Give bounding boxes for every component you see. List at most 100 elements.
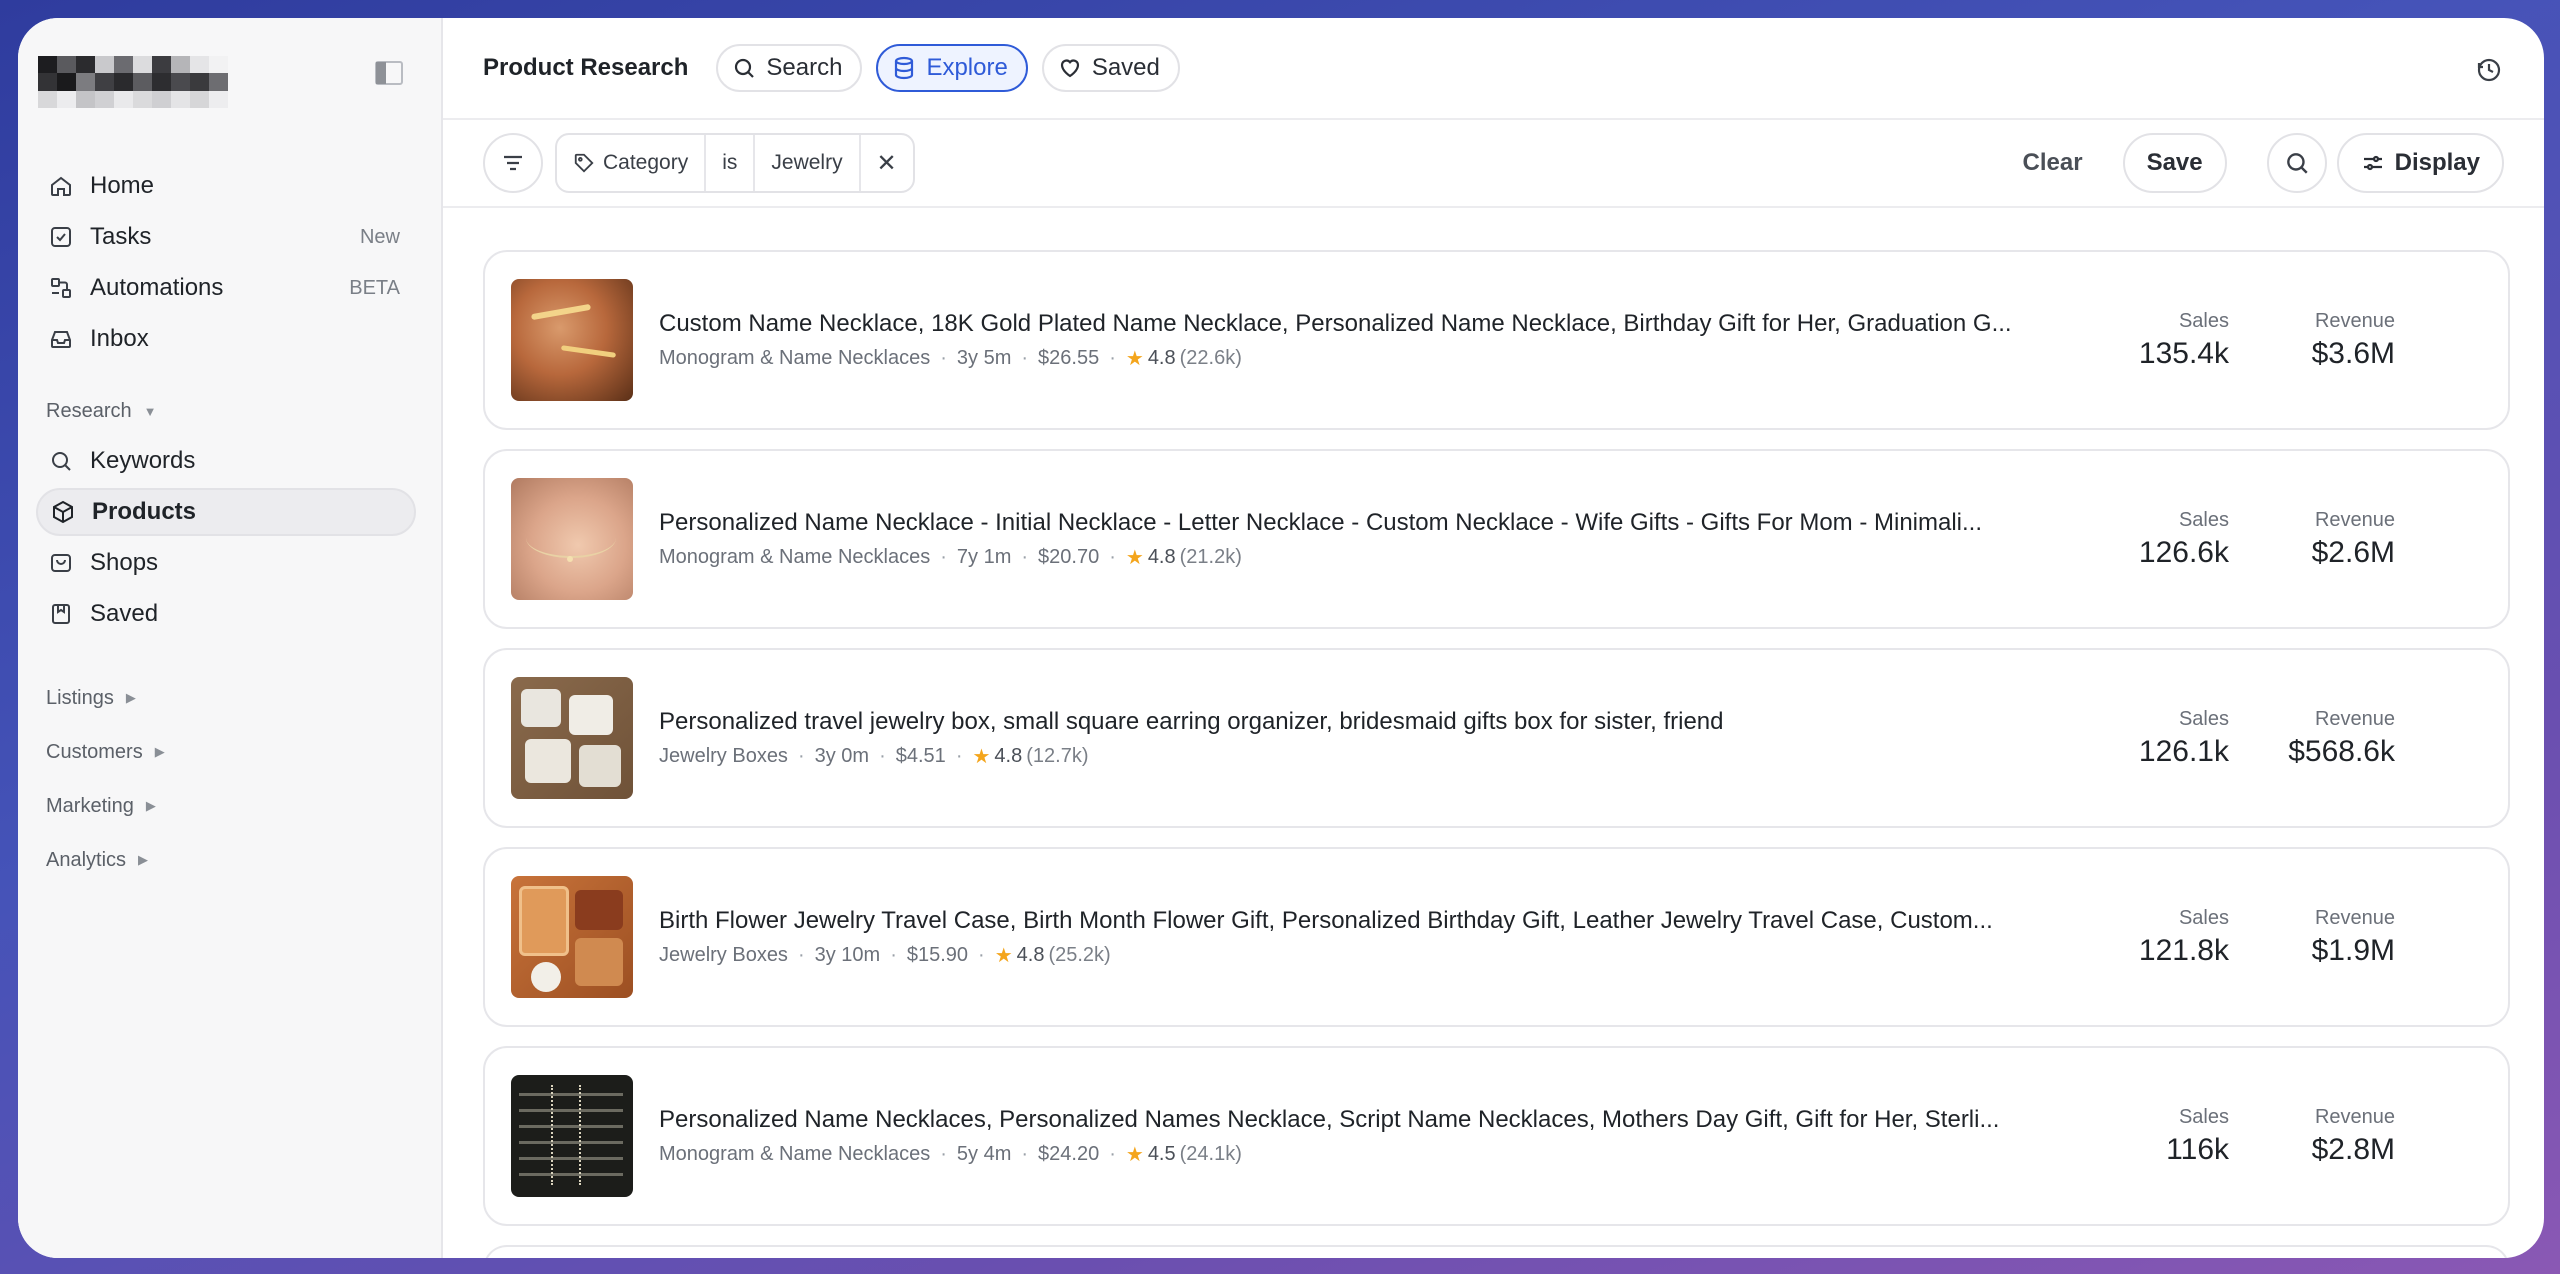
sidebar-item-home[interactable]: Home <box>36 162 416 210</box>
separator: · <box>1021 1142 1029 1165</box>
product-reviews: (12.7k) <box>1026 744 1089 767</box>
product-thumbnail <box>511 478 633 600</box>
product-card[interactable]: Personalized Name Necklace - Initial Nec… <box>483 449 2510 629</box>
sales-value: 116k <box>2166 1132 2229 1166</box>
search-icon <box>735 58 755 78</box>
sidebar-item-saved[interactable]: Saved <box>36 590 416 638</box>
tag-icon <box>574 153 594 173</box>
star-icon: ★ <box>972 745 991 768</box>
product-info: Birth Flower Jewelry Travel Case, Birth … <box>659 907 2069 968</box>
product-card[interactable]: Birth Flower Jewelry Travel Case, Birth … <box>483 847 2510 1027</box>
search-button[interactable] <box>2266 133 2327 193</box>
product-info: Personalized Name Necklace - Initial Nec… <box>659 509 2069 570</box>
sidebar-item-label: Tasks <box>90 223 152 250</box>
product-card[interactable]: Custom Name Necklace, 18K Gold Plated Na… <box>483 250 2510 430</box>
product-card-partial[interactable] <box>483 1245 2510 1258</box>
star-icon: ★ <box>1125 347 1144 370</box>
search-icon <box>2286 153 2308 174</box>
tab-label: Saved <box>1091 54 1160 81</box>
section-marketing[interactable]: Marketing ▶ <box>36 786 175 826</box>
product-meta: Monogram & Name Necklaces · 7y 1m · $20.… <box>659 545 2069 570</box>
sales-value: 121.8k <box>2138 933 2229 967</box>
revenue-value: $1.9M <box>2311 933 2395 967</box>
sales-value: 126.1k <box>2138 734 2229 768</box>
product-thumbnail <box>511 279 633 401</box>
product-title[interactable]: Custom Name Necklace, 18K Gold Plated Na… <box>659 310 2069 338</box>
product-reviews: (22.6k) <box>1179 346 1242 369</box>
filter-field[interactable]: Category <box>557 135 707 191</box>
sales-label: Sales <box>2178 906 2229 929</box>
filter-bar: Category is Jewelry ✕ Clear Save Display <box>443 120 2544 208</box>
clear-button[interactable]: Clear <box>2023 149 2083 177</box>
beta-badge: BETA <box>349 276 400 299</box>
sidebar-item-automations[interactable]: Automations BETA <box>36 264 416 312</box>
sales-stat: Sales 126.6k <box>2089 509 2229 570</box>
product-meta: Monogram & Name Necklaces · 5y 4m · $24.… <box>659 1142 2069 1167</box>
filter-operator[interactable]: is <box>706 135 756 191</box>
product-age: 3y 0m <box>814 744 870 767</box>
sidebar-item-products[interactable]: Products <box>36 488 416 536</box>
automation-icon <box>46 273 76 303</box>
chevron-down-icon: ▼ <box>143 403 157 419</box>
product-thumbnail <box>511 1075 633 1197</box>
product-card[interactable]: Personalized travel jewelry box, small s… <box>483 648 2510 828</box>
filter-button[interactable] <box>483 133 543 193</box>
sidebar-item-keywords[interactable]: Keywords <box>36 437 416 485</box>
section-label: Analytics <box>46 848 127 871</box>
sidebar-item-inbox[interactable]: Inbox <box>36 315 416 363</box>
section-listings[interactable]: Listings ▶ <box>36 678 175 718</box>
product-title[interactable]: Personalized Name Necklace - Initial Nec… <box>659 509 2069 537</box>
star-icon: ★ <box>994 944 1013 967</box>
separator: · <box>940 545 947 568</box>
product-meta: Monogram & Name Necklaces · 3y 5m · $26.… <box>659 346 2069 371</box>
sales-value: 126.6k <box>2138 535 2229 569</box>
product-category[interactable]: Monogram & Name Necklaces <box>659 546 930 569</box>
main-nav: Home Tasks New Automations BETA Inbox <box>36 162 416 366</box>
sidebar-collapse-icon[interactable] <box>374 58 404 88</box>
history-icon[interactable] <box>2474 55 2504 85</box>
product-info: Personalized Name Necklaces, Personalize… <box>659 1106 2069 1167</box>
sidebar-item-shops[interactable]: Shops <box>36 539 416 587</box>
product-meta: Jewelry Boxes · 3y 10m · $15.90 · ★ 4.8 … <box>659 943 2069 968</box>
product-category[interactable]: Monogram & Name Necklaces <box>659 1143 930 1166</box>
logo <box>38 56 228 108</box>
collapsed-sections: Listings ▶ Customers ▶ Marketing ▶ Analytic… <box>36 678 175 880</box>
separator: · <box>978 943 985 966</box>
separator: · <box>1109 1142 1116 1165</box>
section-analytics[interactable]: Analytics ▶ <box>36 840 175 880</box>
product-title[interactable]: Birth Flower Jewelry Travel Case, Birth … <box>659 907 2069 935</box>
separator: · <box>1021 545 1029 568</box>
tab-label: Explore <box>926 54 1008 81</box>
sidebar-item-label: Shops <box>90 549 159 576</box>
save-button[interactable]: Save <box>2122 133 2227 193</box>
separator: · <box>955 744 963 767</box>
top-bar: Product Research Search Explore Saved <box>443 18 2544 120</box>
product-category[interactable]: Monogram & Name Necklaces <box>659 347 930 370</box>
section-customers[interactable]: Customers ▶ <box>36 732 175 772</box>
product-reviews: (24.1k) <box>1179 1142 1242 1165</box>
sidebar-item-label: Products <box>92 498 197 525</box>
tab-saved[interactable]: Saved <box>1041 44 1180 92</box>
tab-search[interactable]: Search <box>716 44 863 92</box>
product-meta: Jewelry Boxes · 3y 0m · $4.51 · ★ 4.8 (1… <box>659 744 2069 769</box>
product-title[interactable]: Personalized travel jewelry box, small s… <box>659 708 2069 736</box>
sales-label: Sales <box>2178 309 2229 332</box>
sidebar-item-tasks[interactable]: Tasks New <box>36 213 416 261</box>
section-label: Customers <box>46 740 143 763</box>
remove-filter-button[interactable]: ✕ <box>861 135 913 191</box>
revenue-stat: Revenue $2.6M <box>2255 509 2395 570</box>
filter-value[interactable]: Jewelry <box>755 135 861 191</box>
product-title[interactable]: Personalized Name Necklaces, Personalize… <box>659 1106 2069 1134</box>
revenue-label: Revenue <box>2314 1105 2395 1128</box>
sales-stat: Sales 121.8k <box>2089 907 2229 968</box>
product-category[interactable]: Jewelry Boxes <box>659 745 788 768</box>
product-rating: 4.8 <box>1147 545 1176 568</box>
sidebar-item-label: Home <box>90 172 155 199</box>
display-button[interactable]: Display <box>2336 133 2504 193</box>
tab-explore[interactable]: Explore <box>876 44 1028 92</box>
research-section-toggle[interactable]: Research ▼ <box>36 391 166 431</box>
main-content: Product Research Search Explore Saved Ca… <box>443 18 2544 1258</box>
product-category[interactable]: Jewelry Boxes <box>659 944 788 967</box>
product-card[interactable]: Personalized Name Necklaces, Personalize… <box>483 1046 2510 1226</box>
separator: · <box>940 1142 947 1165</box>
